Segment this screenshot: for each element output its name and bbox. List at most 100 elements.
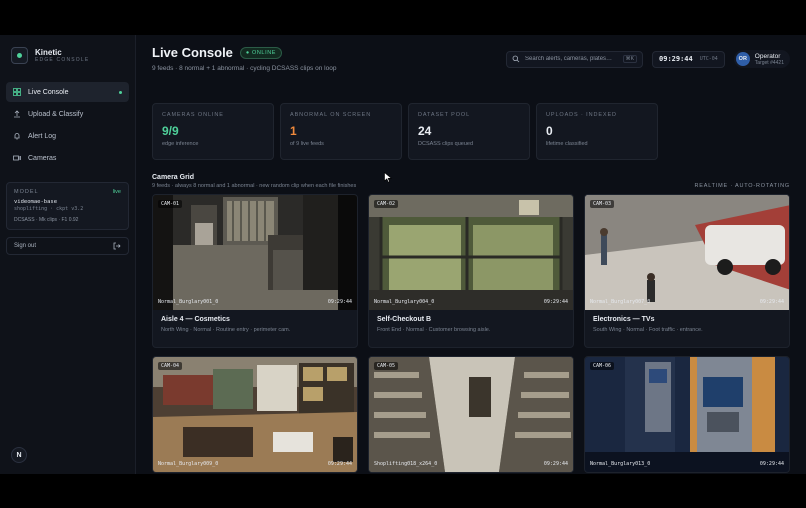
stat-subtitle: of 9 live feeds xyxy=(290,141,324,147)
search-box[interactable]: ⌘K xyxy=(506,50,644,68)
sidebar-item-live-console[interactable]: Live Console xyxy=(6,82,129,102)
sidebar-item-label: Alert Log xyxy=(28,132,57,140)
page-title: Live Console xyxy=(152,45,233,60)
camera-timestamp: 09:29:44 xyxy=(759,299,784,305)
camera-name: Electronics — TVs xyxy=(593,316,655,323)
camera-feed-image xyxy=(153,357,357,472)
stat-card-abnormal: ABNORMAL ON SCREEN 1 of 9 live feeds xyxy=(280,103,402,160)
stat-value: 9/9 xyxy=(162,124,179,138)
brand-name: Kinetic xyxy=(35,47,62,57)
page-header: Live Console ● ONLINE 9 feeds · 8 normal… xyxy=(152,45,790,85)
camera-tag: CAM-04 xyxy=(158,362,183,370)
user-subtitle: Target #4421 xyxy=(754,59,784,66)
user-menu[interactable]: OR Operator Target #4421 xyxy=(733,50,790,68)
camera-timestamp: 09:29:44 xyxy=(327,299,352,305)
camera-description: Front End · Normal · Customer browsing a… xyxy=(377,327,491,333)
clock-timezone: UTC-04 xyxy=(699,56,718,62)
camera-clip-name: Normal_Burglary004_0 xyxy=(374,299,435,305)
camera-timestamp: 09:29:44 xyxy=(327,461,352,467)
camera-grid-subtitle: 9 feeds · always 8 normal and 1 abnormal… xyxy=(152,183,357,189)
camera-icon xyxy=(13,154,21,162)
camera-name: Self-Checkout B xyxy=(377,316,432,323)
upload-icon xyxy=(13,110,21,118)
camera-clip-name: Shoplifting018_x264_0 xyxy=(374,461,438,467)
camera-timestamp: 09:29:44 xyxy=(543,461,568,467)
brand-subtitle: EDGE CONSOLE xyxy=(35,56,90,63)
camera-tile[interactable]: CAM-06 Normal_Burglary013_0 09:29:44 xyxy=(584,356,790,473)
camera-tile[interactable]: CAM-02 Normal_Burglary004_0 09:29:44 Sel… xyxy=(368,194,574,348)
camera-feed[interactable]: CAM-05 Shoplifting018_x264_0 09:29:44 xyxy=(369,357,573,472)
sidebar-item-upload-classify[interactable]: Upload & Classify xyxy=(6,104,129,124)
bell-icon xyxy=(13,132,21,140)
camera-tile[interactable]: CAM-01 Normal_Burglary001_0 09:29:44 Ais… xyxy=(152,194,358,348)
camera-tag: CAM-06 xyxy=(590,362,615,370)
search-icon xyxy=(512,55,520,63)
stat-value: 1 xyxy=(290,124,297,138)
stats-row: CAMERAS ONLINE 9/9 edge inference ABNORM… xyxy=(152,103,790,160)
camera-tile[interactable]: CAM-03 Normal_Burglary007_0 09:29:44 Ele… xyxy=(584,194,790,348)
camera-tag: CAM-03 xyxy=(590,200,615,208)
sign-out-button[interactable]: Sign out xyxy=(6,237,129,255)
camera-feed[interactable]: CAM-03 Normal_Burglary007_0 09:29:44 xyxy=(585,195,789,310)
camera-tile[interactable]: CAM-04 Normal_Burglary009_0 09:29:44 xyxy=(152,356,358,473)
clock-time: 09:29:44 xyxy=(659,55,693,63)
camera-feed[interactable]: CAM-04 Normal_Burglary009_0 09:29:44 xyxy=(153,357,357,472)
camera-feed[interactable]: CAM-02 Normal_Burglary004_0 09:29:44 xyxy=(369,195,573,310)
camera-feed[interactable]: CAM-01 Normal_Burglary001_0 09:29:44 xyxy=(153,195,357,310)
stat-value: 0 xyxy=(546,124,553,138)
sidebar-item-label: Cameras xyxy=(28,154,57,162)
sidebar: Kinetic EDGE CONSOLE Live Console Upload… xyxy=(0,35,136,474)
letterbox-bottom xyxy=(0,474,806,508)
brand-logo-icon xyxy=(11,47,28,64)
camera-grid-header: Camera Grid 9 feeds · always 8 normal an… xyxy=(152,174,790,189)
grid-icon xyxy=(13,88,21,96)
model-heading: MODEL xyxy=(14,189,39,195)
camera-name: Aisle 4 — Cosmetics xyxy=(161,316,230,323)
camera-timestamp: 09:29:44 xyxy=(543,299,568,305)
camera-feed-image xyxy=(585,195,789,310)
stat-card-dataset-pool: DATASET POOL 24 DCSASS clips queued xyxy=(408,103,530,160)
sign-out-label: Sign out xyxy=(14,243,37,249)
active-indicator-dot xyxy=(119,90,122,94)
camera-clip-name: Normal_Burglary009_0 xyxy=(158,461,219,467)
stat-subtitle: edge inference xyxy=(162,141,199,147)
camera-timestamp: 09:29:44 xyxy=(759,461,784,467)
sidebar-item-label: Upload & Classify xyxy=(28,110,84,118)
stat-label: CAMERAS ONLINE xyxy=(162,112,224,118)
sidebar-item-cameras[interactable]: Cameras xyxy=(6,148,129,168)
camera-clip-name: Normal_Burglary013_0 xyxy=(590,461,651,467)
stat-label: ABNORMAL ON SCREEN xyxy=(290,112,372,118)
page-subtitle: 9 feeds · 8 normal + 1 abnormal · cyclin… xyxy=(152,65,337,72)
camera-feed-image xyxy=(585,357,789,472)
search-shortcut: ⌘K xyxy=(622,55,638,63)
camera-grid-mode: REALTIME · AUTO-ROTATING xyxy=(694,183,790,189)
camera-grid: CAM-01 Normal_Burglary001_0 09:29:44 Ais… xyxy=(152,194,790,473)
camera-grid-title: Camera Grid xyxy=(152,174,195,181)
sidebar-item-alert-log[interactable]: Alert Log xyxy=(6,126,129,146)
camera-tag: CAM-01 xyxy=(158,200,183,208)
stat-label: UPLOADS · INDEXED xyxy=(546,112,617,118)
camera-tile[interactable]: CAM-05 Shoplifting018_x264_0 09:29:44 xyxy=(368,356,574,473)
camera-clip-name: Normal_Burglary001_0 xyxy=(158,299,219,305)
stat-card-cameras-online: CAMERAS ONLINE 9/9 edge inference xyxy=(152,103,274,160)
avatar: OR xyxy=(735,52,750,66)
camera-feed[interactable]: CAM-06 Normal_Burglary013_0 09:29:44 xyxy=(585,357,789,472)
stat-value: 24 xyxy=(418,124,432,138)
letterbox-top xyxy=(0,0,806,35)
sidebar-nav: Live Console Upload & Classify Alert Log xyxy=(6,82,129,168)
brand: Kinetic EDGE CONSOLE xyxy=(6,45,129,74)
logout-icon xyxy=(113,242,121,250)
camera-tag: CAM-05 xyxy=(374,362,399,370)
camera-feed-image xyxy=(153,195,357,310)
stat-subtitle: DCSASS clips queued xyxy=(418,141,474,147)
stat-label: DATASET POOL xyxy=(418,112,471,118)
camera-feed-image xyxy=(369,195,573,310)
model-status: live xyxy=(112,189,121,195)
model-subtitle: shoplifting · ckpt v3.2 xyxy=(14,206,84,212)
camera-clip-name: Normal_Burglary007_0 xyxy=(590,299,651,305)
corner-logo-badge[interactable]: N xyxy=(11,447,27,463)
search-input[interactable] xyxy=(525,56,618,62)
stat-subtitle: lifetime classified xyxy=(546,141,588,147)
camera-tag: CAM-02 xyxy=(374,200,399,208)
clock: 09:29:44 UTC-04 xyxy=(652,50,725,68)
